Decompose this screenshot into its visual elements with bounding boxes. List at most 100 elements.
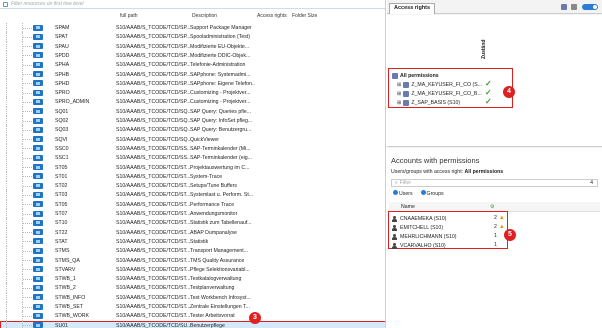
permission-label: Z_MA_KEYUSER_FI_CO (S... xyxy=(411,81,482,88)
tree-connector xyxy=(23,222,32,224)
resource-description: Customizing - Projektver... xyxy=(190,90,251,97)
tree-row[interactable]: SSC1 S10/AAAB/S_TCODE/TCD/SS... SAP-Termin… xyxy=(0,153,385,163)
accounts-filter-input[interactable]: Filter xyxy=(400,180,412,186)
tree-row[interactable]: SQ01 S10/AAAB/S_TCODE/TCD/SQ... SAP Query:… xyxy=(0,106,385,116)
users-radio[interactable]: Users xyxy=(393,190,413,197)
expand-icon[interactable]: ⊞ xyxy=(397,91,401,97)
account-row[interactable]: CNAAEMEKA (S10) 2 ▲ xyxy=(392,214,505,223)
tree-row[interactable]: SPHA S10/AAAB/S_TCODE/TCD/SP... Telefonie-… xyxy=(0,60,385,70)
all-permissions-row[interactable]: All permissions xyxy=(392,71,439,80)
resource-name: SPHB xyxy=(55,71,70,78)
resource-path: S10/AAAB/S_TCODE/TCD/ST... xyxy=(116,238,190,245)
tree-row[interactable]: ST05 S10/AAAB/S_TCODE/TCD/ST... Performanc… xyxy=(0,199,385,209)
tree-guide xyxy=(6,292,7,302)
account-name: EMITCHELL (S10) xyxy=(400,224,444,231)
account-row[interactable]: MEHRLICHMANN (S10) 1 xyxy=(392,232,497,241)
tree-guide xyxy=(6,162,7,172)
resource-name: ST07 xyxy=(55,211,68,217)
resource-description: SAPphone: Systemadmi... xyxy=(190,71,251,78)
tree-connector xyxy=(23,185,32,187)
expand-icon[interactable]: ⊞ xyxy=(397,100,401,106)
expand-icon[interactable]: ⊞ xyxy=(397,82,401,88)
tree-row[interactable]: SPAT S10/AAAB/S_TCODE/TCD/SP... Spooladmin… xyxy=(0,32,385,42)
tree-row[interactable]: STMS S10/AAAB/S_TCODE/TCD/ST... Transport … xyxy=(0,246,385,256)
column-full-path[interactable]: full path xyxy=(120,13,138,19)
tree-row[interactable]: ST22 S10/AAAB/S_TCODE/TCD/ST... ABAP Dumpa… xyxy=(0,227,385,237)
resource-description: SAP Query: InfoSet pfleg... xyxy=(190,118,253,124)
tree-row[interactable]: SPRO_ADMIN S10/AAAB/S_TCODE/TCD/SP... Cust… xyxy=(0,97,385,107)
resource-name: ST10 xyxy=(55,220,68,227)
permission-row[interactable]: ⊞ Z_SAP_BASIS (S10) xyxy=(397,98,460,107)
settings-icon[interactable] xyxy=(571,4,577,10)
tree-row[interactable]: SPRO S10/AAAB/S_TCODE/TCD/SP... Customizin… xyxy=(0,88,385,98)
transaction-icon xyxy=(33,210,43,217)
resource-description: Pflege Selektionsvariabl... xyxy=(190,266,250,273)
resource-filter-input[interactable]: Filter resources on first tree level xyxy=(11,1,84,7)
tree-row[interactable]: ST03 S10/AAAB/S_TCODE/TCD/ST... Systemlast… xyxy=(0,190,385,200)
resource-description: System-Trace xyxy=(190,173,223,180)
groups-radio[interactable]: Groups xyxy=(420,190,444,197)
tree-row[interactable]: STWB_1 S10/AAAB/S_TCODE/TCD/ST... Testkata… xyxy=(0,274,385,284)
tree-guide xyxy=(6,134,7,144)
tree-connector xyxy=(23,204,32,206)
tree-row[interactable]: ST05 S10/AAAB/S_TCODE/TCD/ST... Projektaus… xyxy=(0,162,385,172)
tree-guide xyxy=(6,41,7,51)
tree-row[interactable]: STWB_WORK S10/AAAB/S_TCODE/TCD/ST... Teste… xyxy=(0,311,385,321)
tree-row[interactable]: SPAU S10/AAAB/S_TCODE/TCD/SP... Modifizier… xyxy=(0,41,385,51)
tree-row[interactable]: STWB_SET S10/AAAB/S_TCODE/TCD/ST... Zentra… xyxy=(0,302,385,312)
account-count-value: 1 xyxy=(494,233,497,239)
tree-row[interactable]: SQVI S10/AAAB/S_TCODE/TCD/SQ... QuickViewe… xyxy=(0,134,385,144)
resource-description: Tester Arbeitsvorrat xyxy=(190,313,235,320)
tree-row[interactable]: ST02 S10/AAAB/S_TCODE/TCD/ST... Setups/Tun… xyxy=(0,181,385,191)
resource-path: S10/AAAB/S_TCODE/TCD/SP... xyxy=(116,25,190,31)
tree-row[interactable]: ST01 S10/AAAB/S_TCODE/TCD/ST... System-Tra… xyxy=(0,171,385,182)
transaction-icon xyxy=(33,247,43,254)
tree-row[interactable]: ST10 S10/AAAB/S_TCODE/TCD/ST... Statistik … xyxy=(0,218,385,228)
tree-connector xyxy=(23,129,32,131)
tree-row[interactable]: ST07 S10/AAAB/S_TCODE/TCD/ST... Anwendungs… xyxy=(0,209,385,219)
resource-path: S10/AAAB/S_TCODE/TCD/ST... xyxy=(116,229,190,236)
resource-description: Statistik zum Tabellenauf... xyxy=(190,220,252,227)
tree-row[interactable]: SPAM S10/AAAB/S_TCODE/TCD/SP... Support Pa… xyxy=(0,23,385,33)
tree-row[interactable]: SPHB S10/AAAB/S_TCODE/TCD/SP... SAPphone: … xyxy=(0,69,385,79)
resource-path: S10/AAAB/S_TCODE/TCD/ST... xyxy=(116,201,190,208)
account-name: CNAAEMEKA (S10) xyxy=(400,215,447,222)
resource-description: SAP-Terminkalender (eig... xyxy=(190,155,252,162)
account-row[interactable]: EMITCHELL (S10) 2 ▲ xyxy=(392,223,505,232)
resource-description: Anwendungsmonitor xyxy=(190,211,238,217)
resource-description: Support Package Manager xyxy=(190,25,252,31)
tree-connector xyxy=(23,74,32,75)
accounts-filter[interactable]: ▿ Filter 4 xyxy=(391,179,598,187)
tree-row[interactable]: STVARV S10/AAAB/S_TCODE/TCD/ST... Pflege S… xyxy=(0,264,385,275)
callout-badge-3: 3 xyxy=(249,312,261,324)
resource-name: SPDD xyxy=(55,52,70,59)
user-icon xyxy=(392,242,397,249)
tree-row[interactable]: SQ03 S10/AAAB/S_TCODE/TCD/SQ... SAP Query:… xyxy=(0,125,385,135)
column-description[interactable]: Description xyxy=(192,13,217,19)
tree-row[interactable]: STWB_INFO S10/AAAB/S_TCODE/TCD/ST... Test … xyxy=(0,292,385,302)
permission-row[interactable]: ⊞ Z_MA_KEYUSER_FI_CO_B... xyxy=(397,89,482,98)
tree-row[interactable]: SU01 S10/AAAB/S_TCODE/TCD/SU... Benutzerpf… xyxy=(0,320,385,328)
tree-row[interactable]: STAT S10/AAAB/S_TCODE/TCD/ST... Statistik xyxy=(0,236,385,247)
permission-row[interactable]: ⊞ Z_MA_KEYUSER_FI_CO (S... xyxy=(397,80,482,89)
tree-guide xyxy=(6,143,7,154)
resource-description: Setups/Tune Buffers xyxy=(190,183,238,190)
tree-row[interactable]: SPHD S10/AAAB/S_TCODE/TCD/SP... SAPphone: … xyxy=(0,78,385,89)
tree-row[interactable]: STMS_QA S10/AAAB/S_TCODE/TCD/ST... TMS Qua… xyxy=(0,255,385,265)
transaction-icon xyxy=(33,80,43,87)
view-toggle[interactable] xyxy=(582,4,598,10)
tree-row[interactable]: SQ02 S10/AAAB/S_TCODE/TCD/SQ... SAP Query:… xyxy=(0,116,385,126)
group-view-icon[interactable] xyxy=(561,4,567,10)
resource-filter[interactable]: Filter resources on first tree level xyxy=(0,0,385,9)
name-column-header[interactable]: Name xyxy=(401,204,415,210)
account-row[interactable]: VCARVALHO (S10) 1 xyxy=(392,241,497,250)
column-access-rights[interactable]: Access rights xyxy=(257,13,287,19)
tab-access-rights[interactable]: Access rights xyxy=(389,3,436,14)
tree-row[interactable]: SSC0 S10/AAAB/S_TCODE/TCD/SS... SAP-Termin… xyxy=(0,143,385,154)
tree-row[interactable]: SPDD S10/AAAB/S_TCODE/TCD/SP... Modifizier… xyxy=(0,50,385,61)
tree-row[interactable]: STWB_2 S10/AAAB/S_TCODE/TCD/ST... Testplan… xyxy=(0,283,385,293)
account-name: VCARVALHO (S10) xyxy=(400,242,446,249)
transaction-icon xyxy=(33,275,43,282)
column-folder-size[interactable]: Folder Size xyxy=(292,13,317,19)
resource-name: SPAT xyxy=(55,34,68,41)
